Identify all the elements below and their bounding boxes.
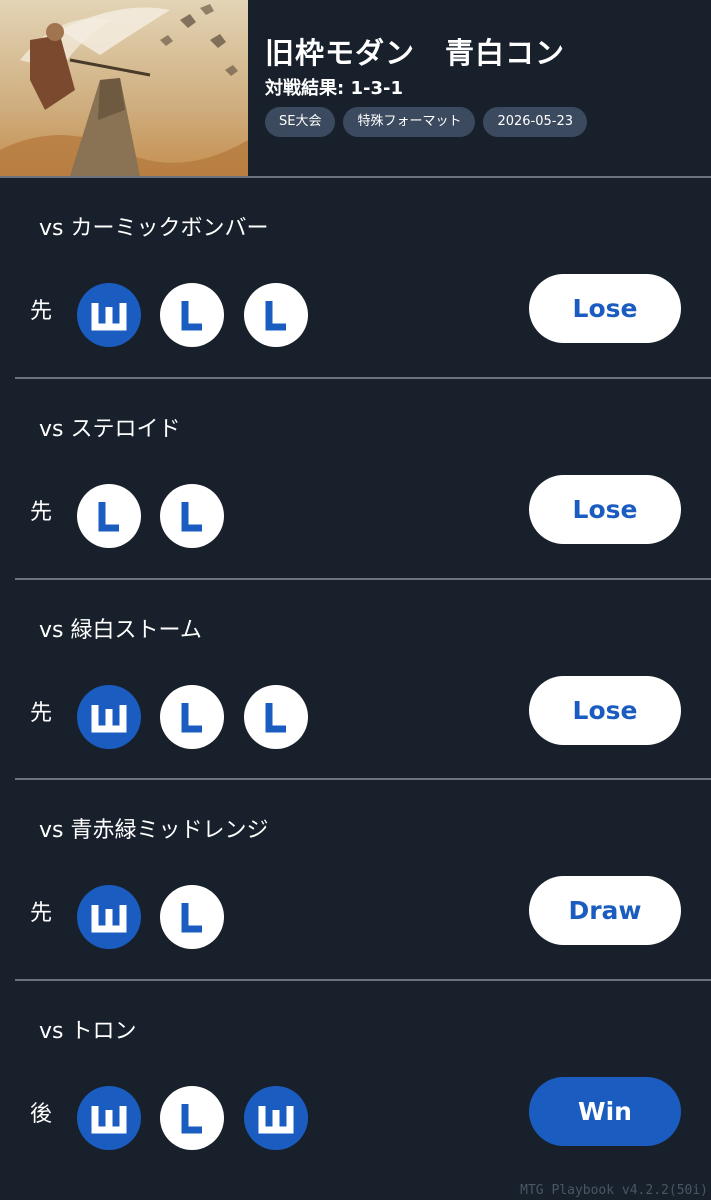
game-2-loss-icon [160,1086,224,1150]
game-2-loss-icon [160,685,224,749]
angel-illustration [0,0,248,176]
match-record: 対戦結果: 1-3-1 [265,78,403,99]
result-button[interactable]: Lose [529,676,681,745]
opponent-name: vs ステロイド [39,417,181,442]
play-order: 先 [30,500,53,525]
game-2-loss-icon [160,283,224,347]
result-button[interactable]: Win [529,1077,681,1146]
opponent-name: vs トロン [39,1019,137,1044]
tag-format[interactable]: 特殊フォーマット [343,107,476,137]
deck-title: 旧枠モダン 青白コン [265,36,566,70]
match-row-2[interactable]: vs ステロイド 先 Lose [0,378,711,578]
result-button[interactable]: Draw [529,876,681,945]
match-row-5[interactable]: vs トロン 後 Win [0,980,711,1180]
tag-list: SE大会 特殊フォーマット 2026-05-23 [265,107,588,137]
match-row-3[interactable]: vs 緑白ストーム 先 Lose [0,579,711,779]
deck-header: 旧枠モダン 青白コン 対戦結果: 1-3-1 SE大会 特殊フォーマット 202… [0,0,711,176]
game-1-win-icon [77,885,141,949]
play-order: 先 [30,299,53,324]
app-version: MTG Playbook v4.2.2(50i) [520,1183,708,1198]
opponent-name: vs カーミックボンバー [39,216,269,241]
game-2-loss-icon [160,484,224,548]
game-2-loss-icon [160,885,224,949]
play-order: 先 [30,901,53,926]
game-1-win-icon [77,1086,141,1150]
play-order: 後 [30,1102,53,1127]
opponent-name: vs 緑白ストーム [39,618,202,643]
game-1-win-icon [77,685,141,749]
game-1-loss-icon [77,484,141,548]
game-3-loss-icon [244,685,308,749]
game-3-loss-icon [244,283,308,347]
match-row-1[interactable]: vs カーミックボンバー 先 Lose [0,177,711,377]
opponent-name: vs 青赤緑ミッドレンジ [39,818,269,843]
result-button[interactable]: Lose [529,274,681,343]
game-3-win-icon [244,1086,308,1150]
game-1-win-icon [77,283,141,347]
tag-event-type[interactable]: SE大会 [265,107,336,137]
result-button[interactable]: Lose [529,475,681,544]
match-row-4[interactable]: vs 青赤緑ミッドレンジ 先 Draw [0,779,711,979]
play-order: 先 [30,701,53,726]
deck-card-art [0,0,248,176]
tag-date[interactable]: 2026-05-23 [483,107,588,137]
